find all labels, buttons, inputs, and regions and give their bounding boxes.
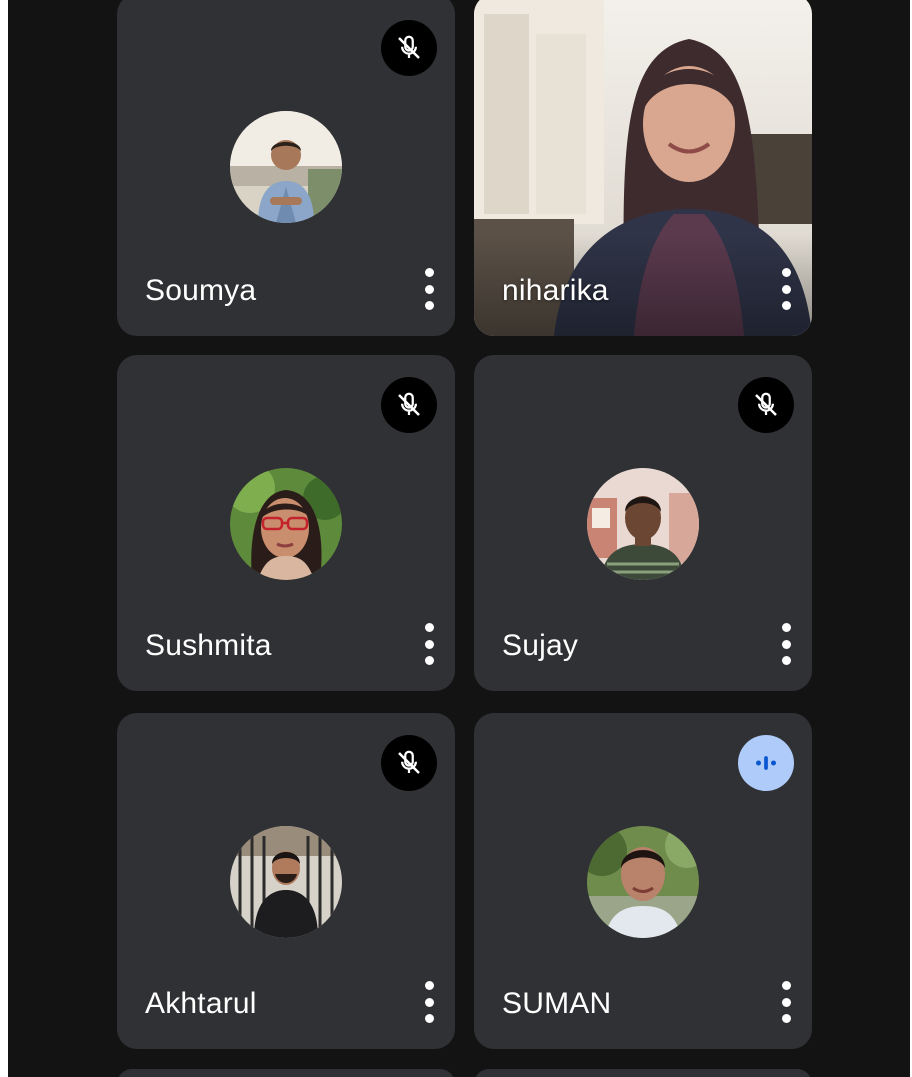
avatar — [230, 468, 342, 580]
more-options-button[interactable] — [420, 981, 438, 1023]
meeting-participant-grid: Soumya niharika Sushmita Sujay Akhtarul … — [8, 0, 910, 1077]
participant-tile-suman[interactable]: SUMAN — [474, 713, 812, 1049]
participant-name: niharika — [502, 274, 609, 307]
avatar — [230, 826, 342, 938]
mic-off-badge — [381, 377, 437, 433]
audio-level-icon — [756, 756, 776, 770]
participant-tile-akhtarul[interactable]: Akhtarul — [117, 713, 455, 1049]
speaking-indicator — [738, 735, 794, 791]
more-options-button[interactable] — [420, 623, 438, 665]
participant-tile-partial[interactable] — [117, 1069, 455, 1077]
participant-tile-niharika[interactable]: niharika — [474, 0, 812, 336]
mic-off-icon — [755, 392, 777, 416]
mic-off-badge — [381, 735, 437, 791]
participant-tile-partial[interactable] — [474, 1069, 812, 1077]
mic-off-icon — [398, 35, 420, 59]
mic-off-icon — [398, 392, 420, 416]
participant-name: Sujay — [502, 629, 579, 662]
participant-tile-soumya[interactable]: Soumya — [117, 0, 455, 336]
more-options-button[interactable] — [777, 268, 795, 310]
more-options-button[interactable] — [777, 981, 795, 1023]
mic-off-badge — [381, 20, 437, 76]
participant-name: Akhtarul — [145, 987, 257, 1020]
avatar — [587, 468, 699, 580]
participant-name: Soumya — [145, 274, 257, 307]
avatar — [587, 826, 699, 938]
participant-tile-sushmita[interactable]: Sushmita — [117, 355, 455, 691]
participant-tile-sujay[interactable]: Sujay — [474, 355, 812, 691]
mic-off-icon — [398, 750, 420, 774]
avatar — [230, 111, 342, 223]
more-options-button[interactable] — [777, 623, 795, 665]
participant-name: SUMAN — [502, 987, 612, 1020]
more-options-button[interactable] — [420, 268, 438, 310]
participant-name: Sushmita — [145, 629, 272, 662]
mic-off-badge — [738, 377, 794, 433]
